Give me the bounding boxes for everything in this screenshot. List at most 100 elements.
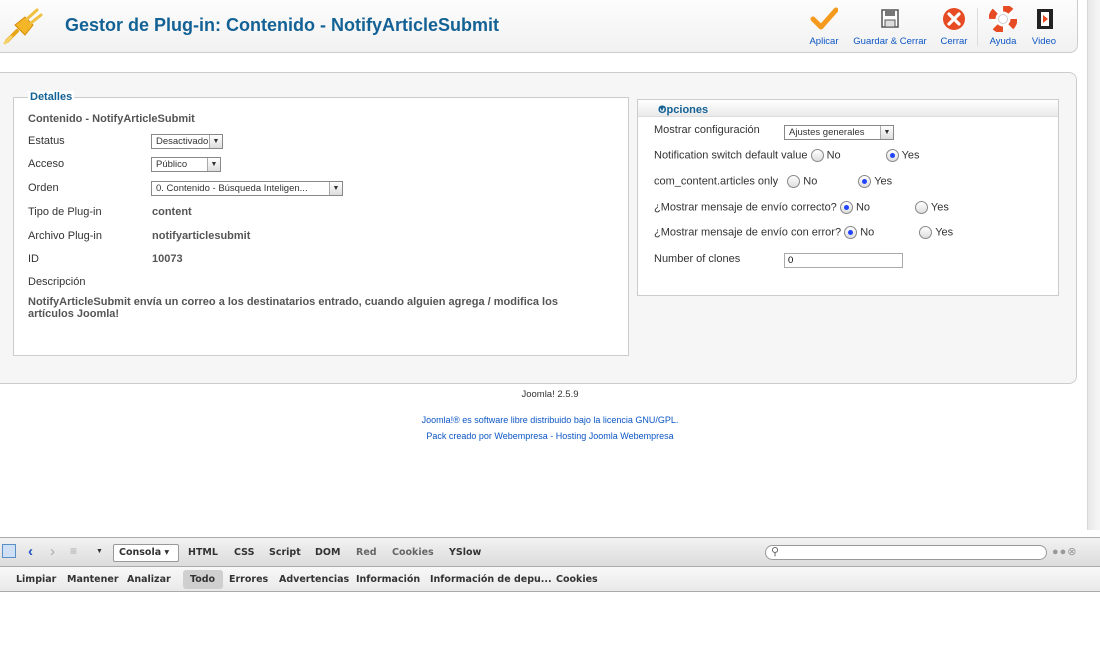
tab-html[interactable]: HTML — [188, 547, 218, 558]
license-text: es software libre distribuido bajo la li… — [459, 415, 679, 425]
license-line: Joomla!® es software libre distribuido b… — [0, 415, 1100, 425]
show-config-value: Ajustes generales — [789, 127, 865, 138]
save-close-button[interactable]: Guardar & Cerrar — [852, 6, 928, 47]
order-select[interactable]: 0. Contenido - Búsqueda Inteligen... ▼ — [151, 181, 343, 196]
apply-label: Aplicar — [809, 36, 839, 47]
tab-yslow[interactable]: YSlow — [449, 547, 481, 558]
joomla-link[interactable]: Joomla!® — [422, 415, 460, 425]
back-arrow-icon[interactable]: ‹ — [28, 543, 33, 560]
console-tab[interactable]: Consola ▾ — [113, 544, 179, 562]
inspect-icon[interactable] — [2, 544, 16, 558]
page-title: Gestor de Plug-in: Contenido - NotifyArt… — [65, 15, 499, 35]
pack-text[interactable]: Pack creado por Webempresa - Hosting Joo… — [426, 431, 673, 441]
file-row: Archivo Plug-in notifyarticlesubmit — [28, 228, 628, 244]
file-value: notifyarticlesubmit — [152, 230, 251, 242]
firebug-window-controls-icon[interactable]: ●●⊗ — [1052, 545, 1078, 558]
options-header[interactable]: ▼ Opciones — [638, 100, 1058, 117]
description-label: Descripción — [28, 276, 86, 288]
floppy-disk-icon — [881, 9, 899, 28]
filter-info-tab[interactable]: Información — [356, 574, 420, 585]
msg-err-label: ¿Mostrar mensaje de envío con error? — [654, 226, 842, 239]
toolbar-separator — [977, 8, 978, 46]
access-value: Público — [156, 159, 188, 170]
forward-arrow-icon[interactable]: › — [50, 543, 55, 560]
msg-err-yes-radio[interactable] — [919, 226, 933, 239]
firebug-search-input[interactable]: ⚲ — [765, 545, 1047, 560]
filter-all-tab[interactable]: Todo — [190, 574, 215, 585]
clones-label: Number of clones — [654, 253, 741, 265]
persist-button[interactable]: Mantener — [67, 574, 119, 585]
toolbar: Gestor de Plug-in: Contenido - NotifyArt… — [0, 0, 1078, 53]
msg-ok-no-label: No — [855, 201, 870, 214]
access-select[interactable]: Público ▼ — [151, 157, 221, 172]
id-value: 10073 — [152, 253, 183, 265]
show-config-row: Mostrar configuración — [654, 124, 760, 136]
description-text: NotifyArticleSubmit envía un correo a lo… — [28, 296, 558, 320]
chevron-down-icon: ▼ — [880, 126, 893, 139]
save-close-label: Guardar & Cerrar — [853, 36, 927, 47]
search-icon: ⚲ — [771, 546, 780, 558]
notif-switch-yes-label: Yes — [901, 149, 920, 162]
status-select[interactable]: Desactivado ▼ — [151, 134, 223, 149]
app-root: Gestor de Plug-in: Contenido - NotifyArt… — [0, 0, 1100, 666]
msg-ok-label: ¿Mostrar mensaje de envío correcto? — [654, 201, 837, 214]
checkmark-icon — [810, 7, 838, 30]
menu-lines-icon[interactable]: ≡ — [70, 544, 77, 558]
msg-err-no-label: No — [860, 226, 875, 239]
filter-debug-tab[interactable]: Información de depu... — [430, 574, 552, 585]
apply-button[interactable]: Aplicar — [809, 6, 839, 47]
close-label: Cerrar — [940, 36, 968, 47]
filter-cookies-tab[interactable]: Cookies — [556, 574, 598, 585]
tab-red[interactable]: Red — [356, 547, 377, 558]
status-value: Desactivado — [156, 136, 209, 147]
options-title: Opciones — [658, 104, 709, 116]
details-legend: Detalles — [28, 91, 75, 103]
tab-dom[interactable]: DOM — [315, 547, 340, 558]
access-row: Acceso Público ▼ — [28, 156, 628, 172]
profile-button[interactable]: Analizar — [127, 574, 171, 585]
dropdown-icon[interactable]: ▼ — [96, 548, 103, 555]
clones-input[interactable] — [784, 253, 903, 268]
order-label: Orden — [28, 182, 59, 194]
notif-switch-no-radio[interactable] — [810, 149, 824, 162]
msg-ok-no-radio[interactable] — [839, 201, 853, 214]
id-row: ID 10073 — [28, 251, 628, 267]
articles-only-no-radio[interactable] — [787, 175, 801, 188]
film-icon — [1037, 9, 1053, 29]
notif-switch-yes-radio[interactable] — [885, 149, 899, 162]
show-config-select[interactable]: Ajustes generales ▼ — [784, 125, 894, 140]
type-row: Tipo de Plug-in content — [28, 204, 628, 220]
pack-link[interactable]: Pack creado por Webempresa - Hosting Joo… — [0, 431, 1100, 441]
articles-only-yes-radio[interactable] — [858, 175, 872, 188]
clear-button[interactable]: Limpiar — [16, 574, 56, 585]
msg-err-yes-label: Yes — [935, 226, 954, 239]
type-value: content — [152, 206, 192, 218]
help-button[interactable]: Ayuda — [988, 6, 1018, 47]
video-button[interactable]: Video — [1031, 6, 1057, 47]
clones-row: Number of clones — [654, 253, 740, 265]
filter-warnings-tab[interactable]: Advertencias — [279, 574, 349, 585]
file-label: Archivo Plug-in — [28, 230, 102, 242]
status-label: Estatus — [28, 135, 65, 147]
tab-css[interactable]: CSS — [234, 547, 254, 558]
close-button[interactable]: Cerrar — [939, 6, 969, 47]
msg-err-no-radio[interactable] — [844, 226, 858, 239]
chevron-down-icon: ▼ — [209, 135, 222, 148]
close-x-icon — [943, 8, 965, 30]
firebug-panel: ‹ › ≡ ▼ Consola ▾ HTML CSS Script DOM Re… — [0, 537, 1100, 666]
tab-cookies[interactable]: Cookies — [392, 547, 434, 558]
details-fieldset: Detalles Contenido - NotifyArticleSubmit… — [13, 91, 629, 356]
msg-ok-yes-radio[interactable] — [915, 201, 929, 214]
show-config-label: Mostrar configuración — [654, 124, 760, 136]
msg-ok-yes-label: Yes — [930, 201, 949, 214]
version-text: Joomla! 2.5.9 — [521, 389, 579, 400]
tab-script[interactable]: Script — [269, 547, 301, 558]
articles-only-yes-label: Yes — [874, 175, 893, 188]
filter-errors-tab[interactable]: Errores — [229, 574, 268, 585]
notif-switch-row: Notification switch default value No Yes — [654, 149, 920, 162]
lifebuoy-icon — [989, 6, 1017, 32]
status-row: Estatus Desactivado ▼ — [28, 133, 628, 149]
browser-scrollbar[interactable] — [1087, 0, 1100, 530]
msg-err-row: ¿Mostrar mensaje de envío con error? No … — [654, 226, 953, 239]
firebug-subtoolbar: Limpiar Mantener Analizar Todo Errores A… — [0, 567, 1100, 592]
